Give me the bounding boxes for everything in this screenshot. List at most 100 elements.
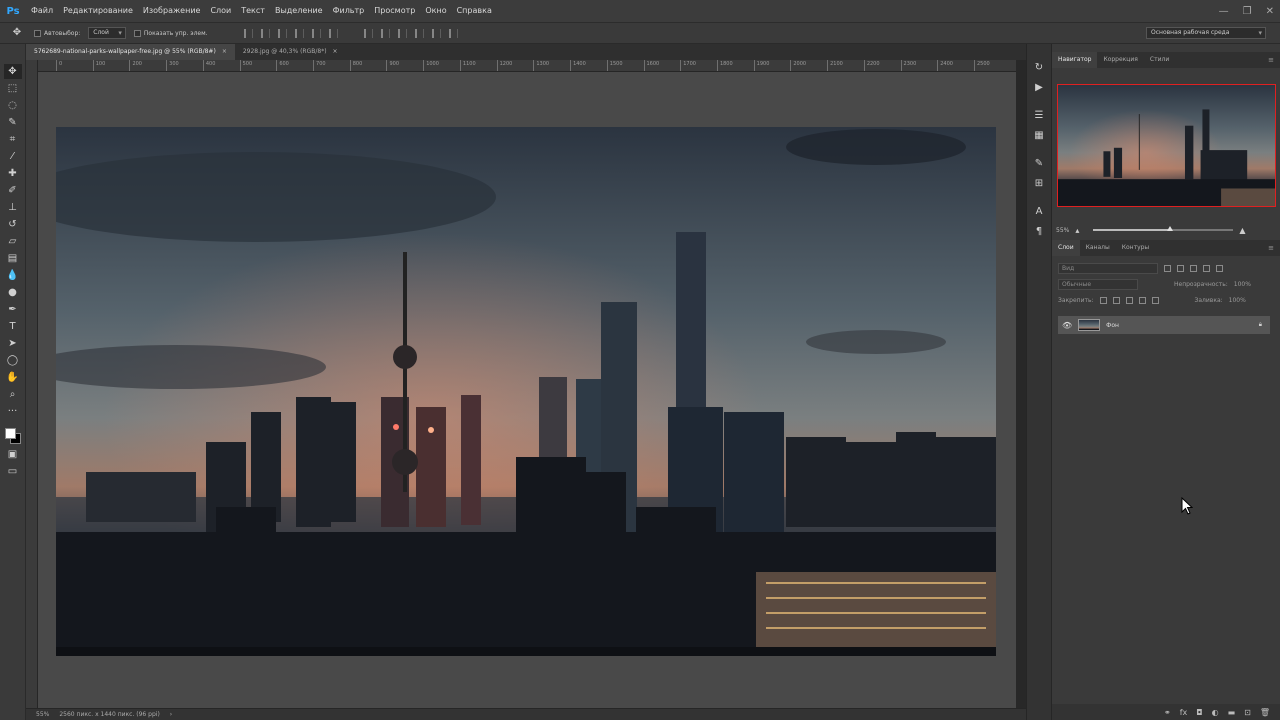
more-tools-icon[interactable]: ···: [4, 404, 22, 419]
tab-styles[interactable]: Стили: [1144, 52, 1175, 68]
blend-mode-dropdown[interactable]: Обычные: [1058, 278, 1138, 290]
visibility-eye-icon[interactable]: 👁: [1062, 321, 1072, 330]
type-icon[interactable]: T: [4, 319, 22, 334]
brush-settings-icon[interactable]: ✎: [1032, 156, 1046, 170]
canvas-area[interactable]: [38, 72, 1016, 708]
distribute-right-icon[interactable]: [448, 28, 458, 38]
minimize-icon[interactable]: —: [1219, 6, 1229, 17]
document-tab[interactable]: 2928.jpg @ 40,3% (RGB/8*) ×: [235, 44, 346, 60]
actions-panel-icon[interactable]: ▶: [1032, 80, 1046, 94]
distribute-bottom-icon[interactable]: [397, 28, 407, 38]
blur-icon[interactable]: 💧: [4, 268, 22, 283]
tab-layers[interactable]: Слои: [1052, 240, 1080, 256]
pen-icon[interactable]: ✒: [4, 302, 22, 317]
menu-window[interactable]: Окно: [420, 0, 451, 22]
auto-select-checkbox[interactable]: Автовыбор:: [34, 29, 80, 37]
lock-all-icon[interactable]: [1151, 296, 1159, 304]
show-transform-checkbox[interactable]: Показать упр. элем.: [133, 29, 208, 37]
filter-type-icon[interactable]: [1190, 264, 1197, 272]
tab-channels[interactable]: Каналы: [1080, 240, 1116, 256]
history-panel-icon[interactable]: ↻: [1032, 60, 1046, 74]
navigator-zoom-value[interactable]: 55%: [1056, 227, 1069, 234]
menu-type[interactable]: Текст: [236, 0, 270, 22]
zoom-icon[interactable]: ⌕: [4, 387, 22, 402]
libraries-panel-icon[interactable]: ▦: [1032, 128, 1046, 142]
eraser-icon[interactable]: ▱: [4, 234, 22, 249]
distribute-vcenter-icon[interactable]: [380, 28, 390, 38]
link-layers-icon[interactable]: ⚭: [1164, 708, 1171, 717]
maximize-icon[interactable]: ❐: [1243, 6, 1252, 17]
marquee-icon[interactable]: ⬚: [4, 81, 22, 96]
path-select-icon[interactable]: ➤: [4, 336, 22, 351]
document-image[interactable]: [56, 127, 996, 656]
zoom-out-icon[interactable]: ▴: [1075, 226, 1079, 235]
align-top-icon[interactable]: [243, 28, 253, 38]
align-bottom-icon[interactable]: [277, 28, 287, 38]
navigator-zoom-thumb[interactable]: [1167, 226, 1174, 231]
zoom-in-icon[interactable]: ▲: [1239, 226, 1245, 235]
hand-icon[interactable]: ✋: [4, 370, 22, 385]
align-hcenter-icon[interactable]: [311, 28, 321, 38]
status-zoom[interactable]: 55%: [36, 711, 49, 718]
delete-layer-icon[interactable]: 🗑︎: [1260, 708, 1270, 717]
paragraph-panel-icon[interactable]: ¶: [1032, 224, 1046, 238]
new-group-icon[interactable]: ▬: [1228, 708, 1236, 717]
menu-file[interactable]: Файл: [26, 0, 58, 22]
adjustment-layer-icon[interactable]: ◐: [1212, 708, 1219, 717]
menu-layer[interactable]: Слои: [205, 0, 236, 22]
align-left-icon[interactable]: [294, 28, 304, 38]
vertical-ruler[interactable]: [26, 60, 38, 708]
quick-select-icon[interactable]: ✎: [4, 115, 22, 130]
lock-pixels-icon[interactable]: [1112, 296, 1120, 304]
clone-stamp-icon[interactable]: ⊥: [4, 200, 22, 215]
crop-icon[interactable]: ⌗: [4, 132, 22, 147]
menu-select[interactable]: Выделение: [270, 0, 328, 22]
close-icon[interactable]: ✕: [1266, 6, 1274, 17]
menu-edit[interactable]: Редактирование: [58, 0, 138, 22]
menu-image[interactable]: Изображение: [138, 0, 206, 22]
distribute-hcenter-icon[interactable]: [431, 28, 441, 38]
quick-mask-icon[interactable]: ▣: [4, 447, 22, 462]
screen-mode-icon[interactable]: ▭: [4, 464, 22, 479]
close-tab-icon[interactable]: ×: [222, 44, 227, 60]
eyedropper-icon[interactable]: ⁄: [4, 149, 22, 164]
align-vcenter-icon[interactable]: [260, 28, 270, 38]
layer-row[interactable]: 👁 Фон 🔒︎: [1058, 316, 1270, 334]
horizontal-ruler[interactable]: 0 100 200 300 400 500 600 700 800 900 1000 1100 1200…: [38, 60, 1016, 72]
panel-menu-icon[interactable]: ≡: [1268, 244, 1274, 252]
menu-view[interactable]: Просмотр: [369, 0, 420, 22]
properties-panel-icon[interactable]: ☰: [1032, 108, 1046, 122]
lasso-icon[interactable]: ◌: [4, 98, 22, 113]
align-right-icon[interactable]: [328, 28, 338, 38]
move-icon[interactable]: ✥: [3, 64, 22, 79]
panel-menu-icon[interactable]: ≡: [1268, 56, 1274, 64]
filter-shape-icon[interactable]: [1203, 264, 1210, 272]
lock-transparent-icon[interactable]: [1099, 296, 1107, 304]
new-layer-icon[interactable]: ⊡: [1244, 708, 1251, 717]
healing-brush-icon[interactable]: ✚: [4, 166, 22, 181]
tab-navigator[interactable]: Навигатор: [1052, 52, 1098, 68]
navigator-preview[interactable]: [1057, 84, 1276, 207]
distribute-top-icon[interactable]: [363, 28, 373, 38]
dodge-icon[interactable]: ●: [4, 285, 22, 300]
menu-help[interactable]: Справка: [452, 0, 497, 22]
layer-style-icon[interactable]: fx: [1180, 708, 1188, 717]
workspace-dropdown[interactable]: Основная рабочая среда: [1146, 27, 1266, 39]
filter-pixel-icon[interactable]: [1164, 264, 1171, 272]
opacity-value[interactable]: 100%: [1234, 281, 1251, 288]
gradient-icon[interactable]: ▤: [4, 251, 22, 266]
history-brush-icon[interactable]: ↺: [4, 217, 22, 232]
add-mask-icon[interactable]: ◘: [1196, 708, 1202, 717]
close-tab-icon[interactable]: ×: [333, 44, 338, 60]
navigator-zoom-slider[interactable]: [1093, 226, 1234, 231]
move-tool-preset-icon[interactable]: ✥: [8, 26, 26, 41]
filter-adjust-icon[interactable]: [1177, 264, 1184, 272]
distribute-left-icon[interactable]: [414, 28, 424, 38]
brush-icon[interactable]: ✐: [4, 183, 22, 198]
fill-value[interactable]: 100%: [1229, 297, 1246, 304]
color-swatches[interactable]: [4, 427, 22, 445]
foreground-color-swatch[interactable]: [4, 428, 16, 439]
lock-artboard-icon[interactable]: [1138, 296, 1146, 304]
tab-adjustments[interactable]: Коррекция: [1097, 52, 1143, 68]
layer-filter-field[interactable]: Вид: [1058, 262, 1158, 274]
